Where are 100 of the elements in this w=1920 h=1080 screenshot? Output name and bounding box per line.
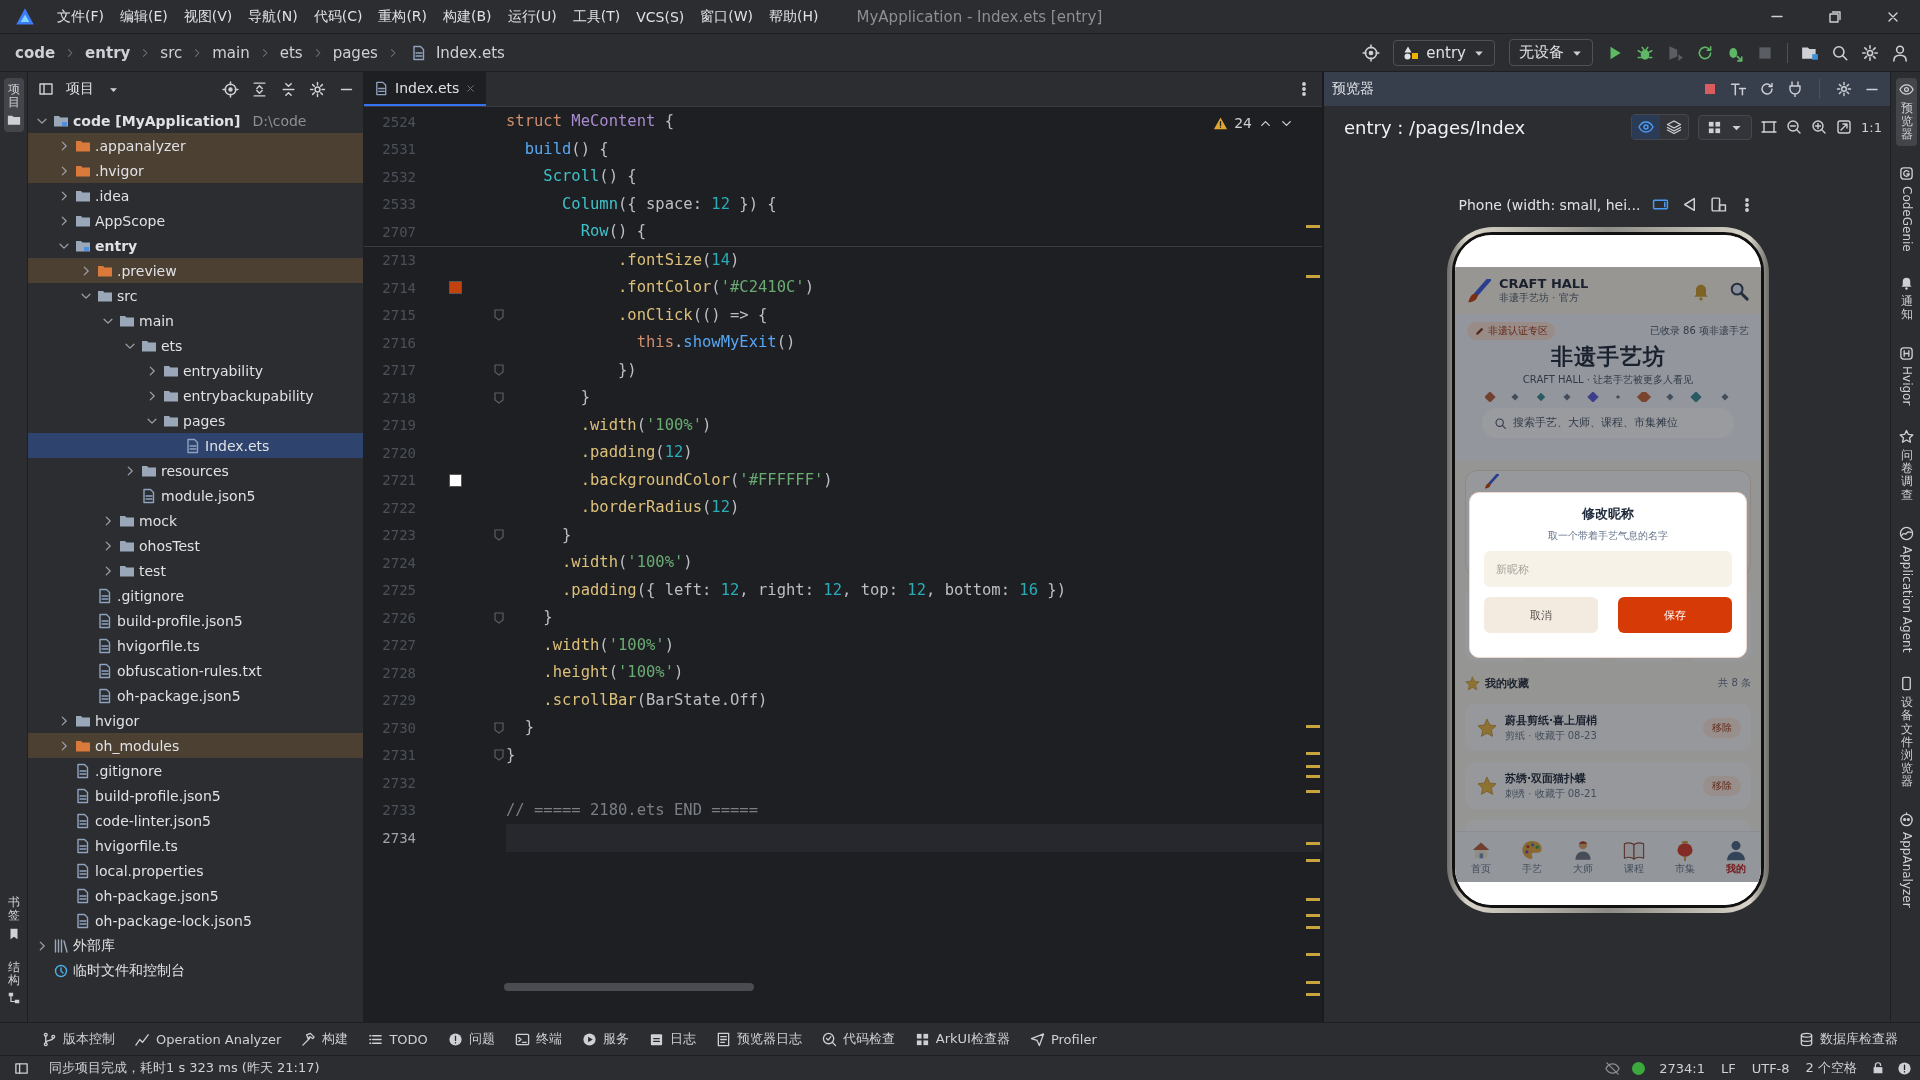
tree-item[interactable]: hvigorfile.ts: [28, 833, 363, 858]
menu-item[interactable]: 文件(F): [49, 7, 112, 26]
tool-window-tab[interactable]: Hvigor: [1896, 341, 1917, 410]
tool-window-button[interactable]: 数据库检查器: [1799, 1030, 1898, 1048]
menu-item[interactable]: 运行(U): [499, 7, 565, 26]
actual-size-button[interactable]: 1:1: [1861, 119, 1882, 135]
menu-item[interactable]: 构建(B): [435, 7, 500, 26]
eye-slash-icon[interactable]: [1605, 1060, 1621, 1076]
stop-icon[interactable]: [1702, 81, 1718, 97]
favorite-card[interactable]: 蔚县剪纸·喜上眉梢 剪纸 · 收藏于 08-23 移除: [1465, 704, 1751, 751]
fold-marker-icon[interactable]: [494, 391, 504, 404]
fold-marker-icon[interactable]: [494, 611, 504, 624]
tree-item[interactable]: ohosTest: [28, 533, 363, 558]
tree-item[interactable]: pages: [28, 408, 363, 433]
menu-item[interactable]: 编辑(E): [112, 7, 176, 26]
magnifier-icon[interactable]: [1729, 280, 1749, 301]
save-button[interactable]: 保存: [1618, 597, 1732, 633]
line-separator[interactable]: LF: [1718, 1060, 1738, 1076]
tree-item[interactable]: oh-package.json5: [28, 683, 363, 708]
tool-window-button[interactable]: 问题: [447, 1030, 495, 1048]
device-dropdown[interactable]: 无设备: [1509, 39, 1593, 66]
menu-item[interactable]: 重构(R): [370, 7, 436, 26]
expand-all-icon[interactable]: [251, 80, 268, 98]
tool-window-tab[interactable]: CodeGenie: [1896, 161, 1917, 256]
tool-window-tab[interactable]: AppAnalyzer: [1896, 808, 1917, 913]
tree-item[interactable]: AppScope: [28, 208, 363, 233]
tool-window-button[interactable]: Profiler: [1029, 1031, 1097, 1047]
tool-window-tab[interactable]: 书签: [3, 891, 24, 946]
fold-marker-icon[interactable]: [494, 309, 504, 322]
favorite-card[interactable]: 苏绣·双面猫扑蝶 刺绣 · 收藏于 08-21 移除: [1465, 762, 1751, 809]
tool-window-tab[interactable]: 结构: [3, 955, 24, 1010]
breadcrumb-item[interactable]: src: [160, 43, 183, 62]
file-encoding[interactable]: UTF-8: [1749, 1060, 1792, 1076]
tree-item[interactable]: oh-package.json5: [28, 883, 363, 908]
menu-item[interactable]: 窗口(W): [692, 7, 762, 26]
breadcrumb-item[interactable]: main: [212, 43, 250, 62]
tree-item[interactable]: entryability: [28, 358, 363, 383]
remove-button[interactable]: 移除: [1703, 717, 1741, 738]
target-icon[interactable]: [222, 80, 239, 98]
cancel-button[interactable]: 取消: [1484, 597, 1598, 633]
tool-window-button[interactable]: Operation Analyzer: [135, 1031, 282, 1047]
zoom-in-icon[interactable]: [1811, 119, 1828, 135]
alert-icon[interactable]: [1897, 1060, 1912, 1076]
fold-marker-icon[interactable]: [494, 529, 504, 542]
user-icon[interactable]: [1891, 43, 1909, 62]
tool-window-button[interactable]: TODO: [368, 1031, 428, 1047]
tree-item[interactable]: main: [28, 308, 363, 333]
breadcrumb-item[interactable]: ets: [279, 43, 303, 62]
tree-item[interactable]: resources: [28, 458, 363, 483]
refresh-icon[interactable]: [1696, 43, 1714, 62]
tool-window-tab[interactable]: 项目: [3, 78, 24, 133]
menu-item[interactable]: VCS(S): [628, 8, 693, 25]
tree-item[interactable]: 外部库: [28, 933, 363, 958]
tool-window-tab[interactable]: 设备文件浏览器: [1896, 672, 1917, 793]
tree-item[interactable]: oh_modules: [28, 733, 363, 758]
tree-item[interactable]: mock: [28, 508, 363, 533]
plug-icon[interactable]: [1787, 81, 1803, 97]
panel-icon[interactable]: [14, 1060, 29, 1076]
tool-window-button[interactable]: 构建: [301, 1030, 349, 1048]
target-icon[interactable]: [1362, 43, 1381, 62]
tree-item[interactable]: .appanalyzer: [28, 133, 363, 158]
search-icon[interactable]: [1831, 43, 1849, 62]
tree-item[interactable]: code-linter.json5: [28, 808, 363, 833]
breadcrumb-item[interactable]: pages: [332, 43, 378, 62]
gear-icon[interactable]: [1836, 81, 1852, 97]
text-size-icon[interactable]: [1730, 80, 1747, 98]
layout-dropdown[interactable]: [1698, 114, 1753, 140]
breadcrumb-item[interactable]: code: [15, 43, 56, 62]
tree-item[interactable]: obfuscation-rules.txt: [28, 658, 363, 683]
tool-window-tab[interactable]: Application Agent: [1896, 521, 1917, 657]
minimize-icon[interactable]: [338, 87, 355, 91]
menu-item[interactable]: 帮助(H): [761, 7, 827, 26]
tool-window-button[interactable]: 服务: [581, 1030, 629, 1048]
tree-item[interactable]: Index.ets: [28, 433, 363, 458]
project-view-dropdown[interactable]: 项目: [66, 80, 119, 98]
close-icon[interactable]: [465, 82, 477, 94]
tool-window-button[interactable]: 日志: [648, 1030, 696, 1048]
tree-item[interactable]: .gitignore: [28, 758, 363, 783]
tree-item[interactable]: entry: [28, 233, 363, 258]
breadcrumb-item[interactable]: Index.ets: [435, 43, 505, 62]
tree-item[interactable]: hvigor: [28, 708, 363, 733]
tool-window-button[interactable]: 终端: [514, 1030, 562, 1048]
tree-item[interactable]: test: [28, 558, 363, 583]
tree-item[interactable]: hvigorfile.ts: [28, 633, 363, 658]
breadcrumb-item[interactable]: entry: [85, 43, 131, 62]
tree-item[interactable]: 临时文件和控制台: [28, 958, 363, 983]
search-field[interactable]: 搜索手艺、大师、课程、市集摊位: [1482, 408, 1734, 438]
tool-window-button[interactable]: 版本控制: [42, 1030, 115, 1048]
menu-item[interactable]: 代码(C): [305, 7, 371, 26]
tree-item[interactable]: ets: [28, 333, 363, 358]
tree-item[interactable]: oh-package-lock.json5: [28, 908, 363, 933]
fold-marker-icon[interactable]: [494, 749, 504, 762]
tree-item[interactable]: entrybackupability: [28, 383, 363, 408]
tree-item[interactable]: build-profile.json5: [28, 783, 363, 808]
scrollbar-thumb[interactable]: [504, 983, 754, 991]
editor-tab[interactable]: Index.ets: [364, 72, 487, 106]
tree-item[interactable]: .idea: [28, 183, 363, 208]
color-swatch[interactable]: [448, 473, 462, 487]
fold-marker-icon[interactable]: [494, 364, 504, 377]
tree-item[interactable]: .hvigor: [28, 158, 363, 183]
